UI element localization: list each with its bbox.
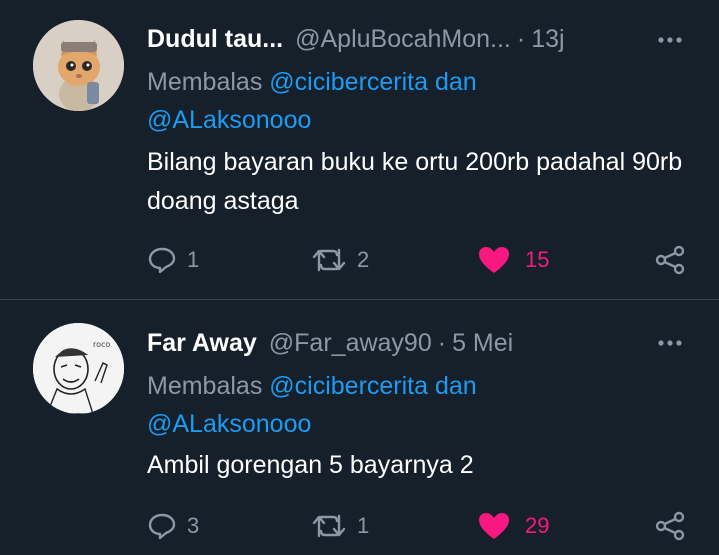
heart-filled-icon <box>479 247 509 273</box>
retweet-count: 2 <box>357 247 370 272</box>
separator: · <box>516 24 526 53</box>
mention-link[interactable]: @ALaksonooo <box>147 106 311 134</box>
retweet-icon <box>312 514 346 538</box>
tweet-actions: 3 1 29 <box>0 506 719 546</box>
avatar[interactable]: roco <box>33 323 124 414</box>
more-options-button[interactable] <box>655 30 685 50</box>
mention-link[interactable]: @cicibercerita <box>269 372 428 400</box>
like-button[interactable]: 29 <box>477 506 549 546</box>
more-dots-icon <box>658 37 682 43</box>
timestamp[interactable]: 13j <box>531 25 564 54</box>
replying-to-label: Membalas <box>147 68 263 96</box>
reply-count: 1 <box>187 247 200 272</box>
mention-link[interactable]: @ALaksonooo <box>147 410 311 438</box>
display-name[interactable]: Far Away <box>147 329 257 358</box>
share-icon <box>655 511 685 541</box>
like-count: 15 <box>525 247 550 272</box>
tweet-text: Ambil gorengan 5 bayarnya 2 <box>147 451 474 479</box>
replying-to: Membalas @cicibercerita dan @ALaksonooo <box>147 367 687 443</box>
reply-count: 3 <box>187 513 200 538</box>
avatar[interactable] <box>33 20 124 111</box>
mention-joiner[interactable]: dan <box>435 68 477 96</box>
svg-text:roco: roco <box>93 340 110 349</box>
tweet[interactable]: Dudul tau... @ApluBocahMon... · 13j Memb… <box>0 0 719 300</box>
retweet-button[interactable]: 1 <box>311 506 369 546</box>
retweet-count: 1 <box>357 513 370 538</box>
user-handle[interactable]: @Far_away90 <box>269 329 432 358</box>
sketch-man-avatar-icon: roco <box>33 323 124 414</box>
share-icon <box>655 245 685 275</box>
tweet-text: Bilang bayaran buku ke ortu 200rb padaha… <box>147 148 683 215</box>
timestamp[interactable]: 5 Mei <box>452 329 513 358</box>
heart-filled-icon <box>479 513 509 539</box>
cat-avatar-icon <box>33 20 124 111</box>
like-button[interactable]: 15 <box>477 240 549 280</box>
reply-button[interactable]: 3 <box>147 506 199 546</box>
share-button[interactable] <box>654 506 686 546</box>
tweet-divider <box>0 299 719 300</box>
reply-icon <box>148 513 176 540</box>
reply-icon <box>148 247 176 274</box>
mention-joiner[interactable]: dan <box>435 372 477 400</box>
mention-link[interactable]: @cicibercerita <box>269 68 428 96</box>
tweet-actions: 1 2 15 <box>0 240 719 280</box>
tweet-header: Far Away @Far_away90 · 5 Mei <box>147 328 699 358</box>
user-handle[interactable]: @ApluBocahMon... <box>295 25 511 54</box>
tweet-header: Dudul tau... @ApluBocahMon... · 13j <box>147 24 699 54</box>
replying-to: Membalas @cicibercerita dan @ALaksonooo <box>147 63 687 139</box>
reply-button[interactable]: 1 <box>147 240 199 280</box>
share-button[interactable] <box>654 240 686 280</box>
separator: · <box>437 328 447 357</box>
more-options-button[interactable] <box>655 333 685 353</box>
retweet-button[interactable]: 2 <box>311 240 369 280</box>
tweet[interactable]: roco Far Away @Far_away90 · 5 Mei Membal… <box>0 301 719 555</box>
replying-to-label: Membalas <box>147 372 263 400</box>
display-name[interactable]: Dudul tau... <box>147 25 283 54</box>
retweet-icon <box>312 248 346 272</box>
like-count: 29 <box>525 513 550 538</box>
more-dots-icon <box>658 340 682 346</box>
